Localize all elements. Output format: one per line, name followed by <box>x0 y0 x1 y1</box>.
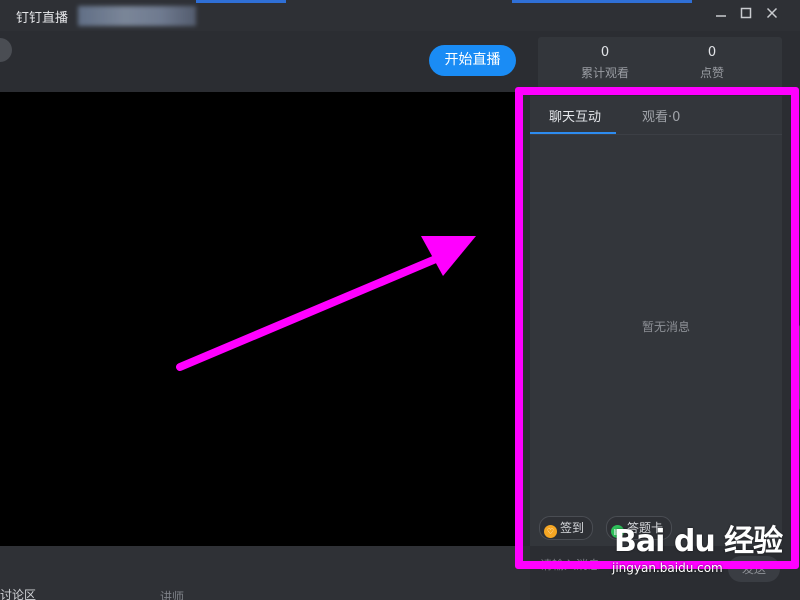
page-scrollbar[interactable] <box>796 325 800 410</box>
views-stat: 0 累计观看 <box>555 37 655 81</box>
bottom-label-left: 讨论区 <box>0 588 37 600</box>
chat-panel: 聊天互动 观看·0 暂无消息 ♡ 签到 ▤ 答题卡 <box>530 96 782 546</box>
likes-stat: 0 点赞 <box>662 37 762 81</box>
bottom-label-mid: 讲师 <box>160 590 185 600</box>
checkin-button[interactable]: ♡ 签到 <box>539 516 594 540</box>
minimize-icon[interactable] <box>712 6 730 24</box>
tab-divider <box>530 134 782 135</box>
stats-card: 0 累计观看 0 点赞 <box>538 37 782 89</box>
active-tab-indicator <box>530 132 616 134</box>
answer-card-button[interactable]: ▤ 答题卡 <box>606 516 673 540</box>
maximize-icon[interactable] <box>737 6 755 24</box>
tab-viewers[interactable]: 观看·0 <box>642 106 680 125</box>
window-title: 钉钉直播 <box>16 11 69 26</box>
message-input[interactable] <box>530 554 740 576</box>
tab-chat[interactable]: 聊天互动 <box>549 106 601 125</box>
avatar-button[interactable] <box>0 38 12 62</box>
send-button[interactable]: 发送 <box>728 556 780 582</box>
likes-count: 0 <box>707 45 717 60</box>
close-icon[interactable] <box>763 6 781 24</box>
live-app-window: 钉钉直播 开始直播 讨论区 讲师 0 累计观看 0 点赞 聊天互动 观看·0 暂… <box>0 0 800 600</box>
checkin-icon: ♡ <box>544 525 557 538</box>
likes-label: 点赞 <box>699 66 724 80</box>
title-bar: 钉钉直播 <box>0 0 800 31</box>
live-toolbar: 开始直播 <box>0 31 530 91</box>
bottom-control-bar <box>0 546 530 600</box>
video-preview <box>0 92 516 546</box>
views-count: 0 <box>600 45 610 60</box>
blurred-title-suffix <box>78 6 196 26</box>
checkin-label: 签到 <box>560 521 585 535</box>
start-live-button[interactable]: 开始直播 <box>429 45 516 76</box>
answer-card-label: 答题卡 <box>627 521 664 535</box>
background-window-edge-right <box>512 0 692 3</box>
empty-message-text: 暂无消息 <box>641 320 690 334</box>
views-label: 累计观看 <box>580 66 629 80</box>
answer-card-icon: ▤ <box>611 525 624 538</box>
background-window-edge <box>196 0 286 3</box>
